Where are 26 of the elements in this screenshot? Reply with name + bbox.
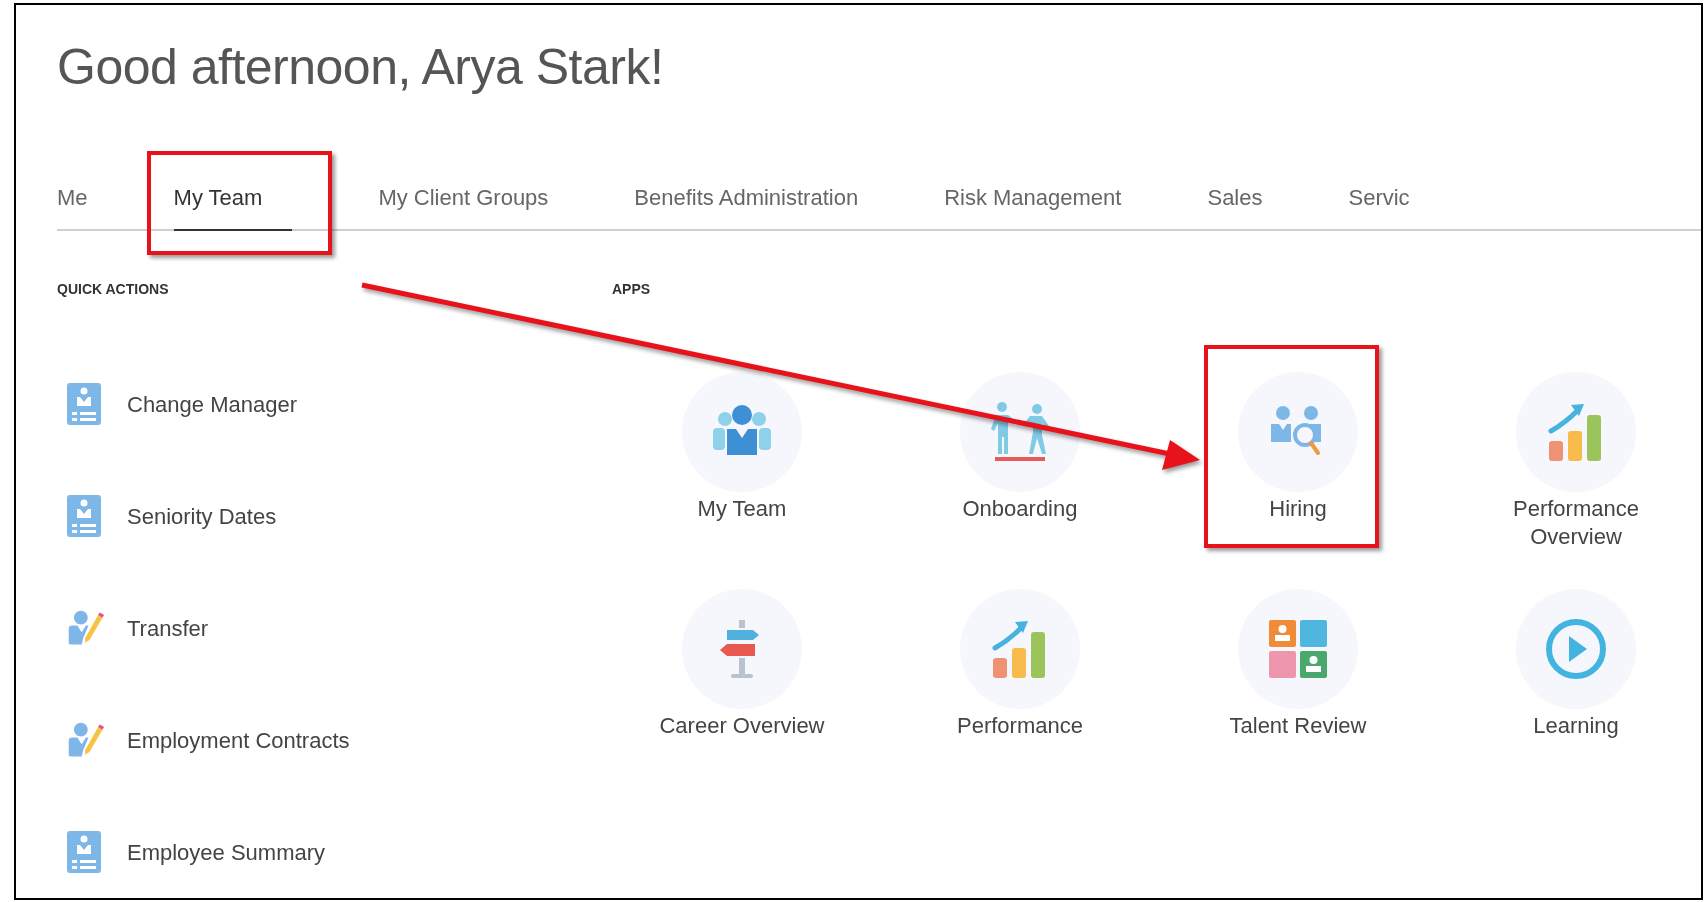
quick-action-link[interactable]: Employee Summary [57,831,326,873]
tab[interactable]: Me [57,183,88,229]
tab[interactable]: Risk Management [944,183,1122,229]
quick-action-link[interactable]: Seniority Dates [57,495,277,537]
app-label: Talent Review [1228,712,1368,740]
tab[interactable]: My Client Groups [378,183,549,229]
id-card-icon [67,831,101,873]
greeting: Good afternoon, Arya Stark! [57,38,665,97]
tab[interactable]: Benefits Administration [634,183,859,229]
tab[interactable]: My Team [173,183,293,231]
id-card-icon [67,495,101,537]
id-card-icon [67,383,101,425]
section-heading: QUICK ACTIONS [57,280,170,299]
quick-action-link[interactable]: Employment Contracts [57,719,350,761]
app-label: Hiring [1268,495,1328,523]
quick-action-link[interactable]: Transfer [57,607,209,649]
tab[interactable]: Servic [1348,183,1410,229]
quick-action-link[interactable]: Change Manager [57,383,297,425]
tab[interactable]: Sales [1207,183,1263,229]
app-label: Career Overview [658,712,826,740]
app-label: Learning [1532,712,1620,740]
app-label: Performance Overview [1512,495,1640,551]
app-label: Performance [956,712,1084,740]
section-heading: APPS [612,280,652,299]
app-label: My Team [696,495,788,523]
app-label: Onboarding [961,495,1079,523]
